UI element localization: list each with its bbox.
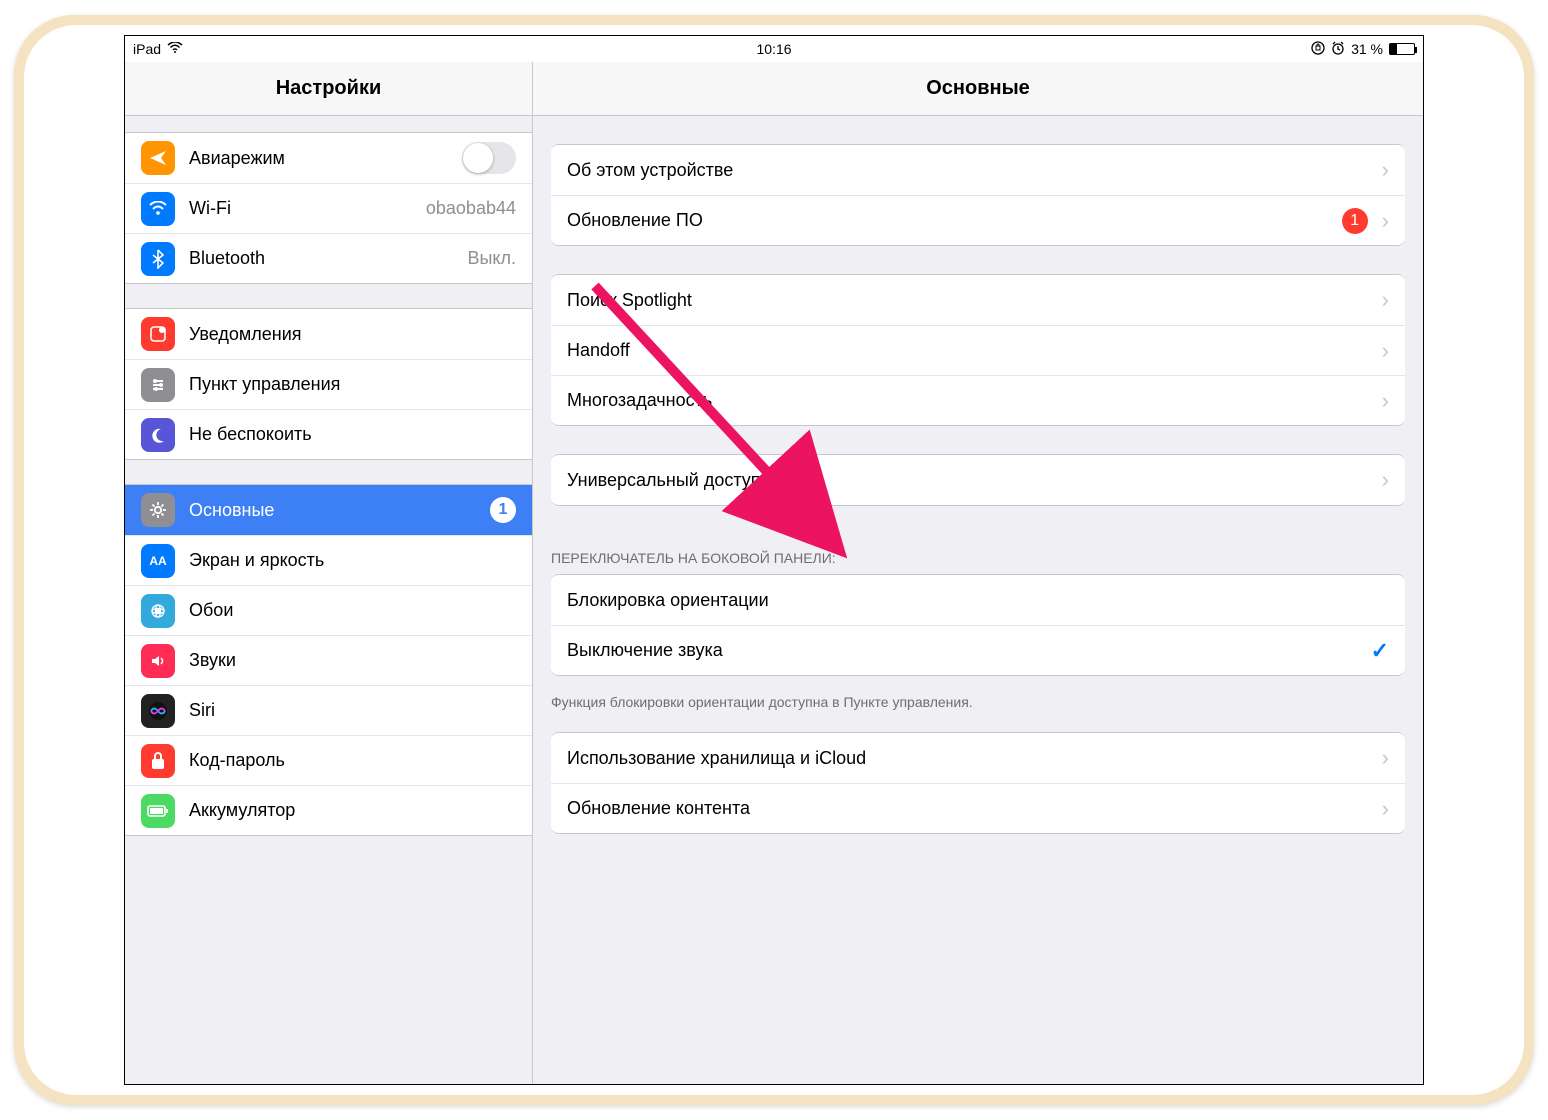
notifications-icon bbox=[141, 317, 175, 351]
group-sideswitch: Блокировка ориентации Выключение звука ✓ bbox=[551, 574, 1405, 676]
bluetooth-value: Выкл. bbox=[467, 248, 516, 269]
sidebar-group-alerts: Уведомления Пункт управления bbox=[125, 308, 532, 460]
wifi-settings-icon bbox=[141, 192, 175, 226]
sounds-icon bbox=[141, 644, 175, 678]
row-spotlight[interactable]: Поиск Spotlight › bbox=[551, 275, 1405, 325]
sidebar-label: Пункт управления bbox=[189, 374, 516, 395]
row-lock-rotation[interactable]: Блокировка ориентации bbox=[551, 575, 1405, 625]
sidebar-group-general: Основные 1 AA Экран и яркость bbox=[125, 484, 532, 836]
row-accessibility[interactable]: Универсальный доступ › bbox=[551, 455, 1405, 505]
row-label: Многозадачность bbox=[567, 390, 1374, 411]
chevron-right-icon: › bbox=[1382, 388, 1389, 414]
alarm-icon bbox=[1331, 41, 1345, 58]
section-footer-sideswitch: Функция блокировки ориентации доступна в… bbox=[533, 686, 1423, 710]
sidebar-item-notifications[interactable]: Уведомления bbox=[125, 309, 532, 359]
sidebar-label: Wi-Fi bbox=[189, 198, 418, 219]
row-handoff[interactable]: Handoff › bbox=[551, 325, 1405, 375]
row-label: Об этом устройстве bbox=[567, 160, 1374, 181]
group-about: Об этом устройстве › Обновление ПО 1 › bbox=[551, 144, 1405, 246]
orientation-lock-icon bbox=[1311, 41, 1325, 58]
sidebar-item-sounds[interactable]: Звуки bbox=[125, 635, 532, 685]
sidebar-label: Уведомления bbox=[189, 324, 516, 345]
status-bar: iPad 10:16 31 % bbox=[125, 36, 1423, 62]
chevron-right-icon: › bbox=[1382, 467, 1389, 493]
detail-title: Основные bbox=[533, 62, 1423, 116]
row-label: Универсальный доступ bbox=[567, 470, 1374, 491]
dnd-icon bbox=[141, 418, 175, 452]
sidebar-item-airplane[interactable]: Авиарежим bbox=[125, 133, 532, 183]
sidebar-item-bluetooth[interactable]: Bluetooth Выкл. bbox=[125, 233, 532, 283]
chevron-right-icon: › bbox=[1382, 157, 1389, 183]
group-accessibility: Универсальный доступ › bbox=[551, 454, 1405, 506]
sidebar-label: Аккумулятор bbox=[189, 800, 516, 821]
settings-sidebar: Настройки Авиарежим bbox=[125, 62, 533, 1084]
chevron-right-icon: › bbox=[1382, 796, 1389, 822]
sidebar-item-passcode[interactable]: Код-пароль bbox=[125, 735, 532, 785]
bluetooth-icon bbox=[141, 242, 175, 276]
row-background-refresh[interactable]: Обновление контента › bbox=[551, 783, 1405, 833]
row-mute[interactable]: Выключение звука ✓ bbox=[551, 625, 1405, 675]
row-label: Блокировка ориентации bbox=[567, 590, 1389, 611]
screen: iPad 10:16 31 % bbox=[124, 35, 1424, 1085]
sidebar-title: Настройки bbox=[125, 62, 532, 116]
sidebar-item-wallpaper[interactable]: Обои bbox=[125, 585, 532, 635]
row-multitasking[interactable]: Многозадачность › bbox=[551, 375, 1405, 425]
sidebar-label: Звуки bbox=[189, 650, 516, 671]
chevron-right-icon: › bbox=[1382, 287, 1389, 313]
checkmark-icon: ✓ bbox=[1371, 638, 1389, 664]
airplane-icon bbox=[141, 141, 175, 175]
battery-pct: 31 % bbox=[1351, 41, 1383, 57]
battery-icon bbox=[1389, 43, 1415, 55]
sidebar-label: Siri bbox=[189, 700, 516, 721]
gear-icon bbox=[141, 493, 175, 527]
sidebar-item-wifi[interactable]: Wi-Fi obaobab44 bbox=[125, 183, 532, 233]
sidebar-group-connectivity: Авиарежим Wi-Fi obaobab44 bbox=[125, 132, 532, 284]
sidebar-label: Авиарежим bbox=[189, 148, 462, 169]
siri-icon bbox=[141, 694, 175, 728]
row-label: Выключение звука bbox=[567, 640, 1371, 661]
wallpaper-icon bbox=[141, 594, 175, 628]
wifi-icon bbox=[167, 41, 183, 57]
chevron-right-icon: › bbox=[1382, 208, 1389, 234]
section-header-sideswitch: ПЕРЕКЛЮЧАТЕЛЬ НА БОКОВОЙ ПАНЕЛИ: bbox=[533, 534, 1423, 574]
sidebar-label: Экран и яркость bbox=[189, 550, 516, 571]
update-badge: 1 bbox=[1342, 208, 1368, 234]
detail-pane: Основные Об этом устройстве › Обновление… bbox=[533, 62, 1423, 1084]
sidebar-label: Не беспокоить bbox=[189, 424, 516, 445]
row-label: Использование хранилища и iCloud bbox=[567, 748, 1374, 769]
sidebar-label: Bluetooth bbox=[189, 248, 459, 269]
sidebar-label: Обои bbox=[189, 600, 516, 621]
row-label: Обновление контента bbox=[567, 798, 1374, 819]
sidebar-label: Основные bbox=[189, 500, 490, 521]
clock: 10:16 bbox=[756, 41, 791, 57]
row-label: Поиск Spotlight bbox=[567, 290, 1374, 311]
carrier-label: iPad bbox=[133, 41, 161, 57]
battery-settings-icon bbox=[141, 794, 175, 828]
sidebar-item-control-center[interactable]: Пункт управления bbox=[125, 359, 532, 409]
row-label: Handoff bbox=[567, 340, 1374, 361]
chevron-right-icon: › bbox=[1382, 338, 1389, 364]
wifi-value: obaobab44 bbox=[426, 198, 516, 219]
airplane-toggle[interactable] bbox=[462, 142, 516, 174]
group-spotlight: Поиск Spotlight › Handoff › Многозадачно… bbox=[551, 274, 1405, 426]
chevron-right-icon: › bbox=[1382, 745, 1389, 771]
sidebar-item-dnd[interactable]: Не беспокоить bbox=[125, 409, 532, 459]
sidebar-item-siri[interactable]: Siri bbox=[125, 685, 532, 735]
ipad-frame: iPad 10:16 31 % bbox=[14, 15, 1534, 1105]
sidebar-label: Код-пароль bbox=[189, 750, 516, 771]
sidebar-item-general[interactable]: Основные 1 bbox=[125, 485, 532, 535]
control-center-icon bbox=[141, 368, 175, 402]
sidebar-item-display[interactable]: AA Экран и яркость bbox=[125, 535, 532, 585]
sidebar-item-battery[interactable]: Аккумулятор bbox=[125, 785, 532, 835]
row-about[interactable]: Об этом устройстве › bbox=[551, 145, 1405, 195]
row-storage[interactable]: Использование хранилища и iCloud › bbox=[551, 733, 1405, 783]
row-software-update[interactable]: Обновление ПО 1 › bbox=[551, 195, 1405, 245]
group-storage: Использование хранилища и iCloud › Обнов… bbox=[551, 732, 1405, 834]
display-icon: AA bbox=[141, 544, 175, 578]
passcode-icon bbox=[141, 744, 175, 778]
general-badge: 1 bbox=[490, 497, 516, 523]
row-label: Обновление ПО bbox=[567, 210, 1342, 231]
